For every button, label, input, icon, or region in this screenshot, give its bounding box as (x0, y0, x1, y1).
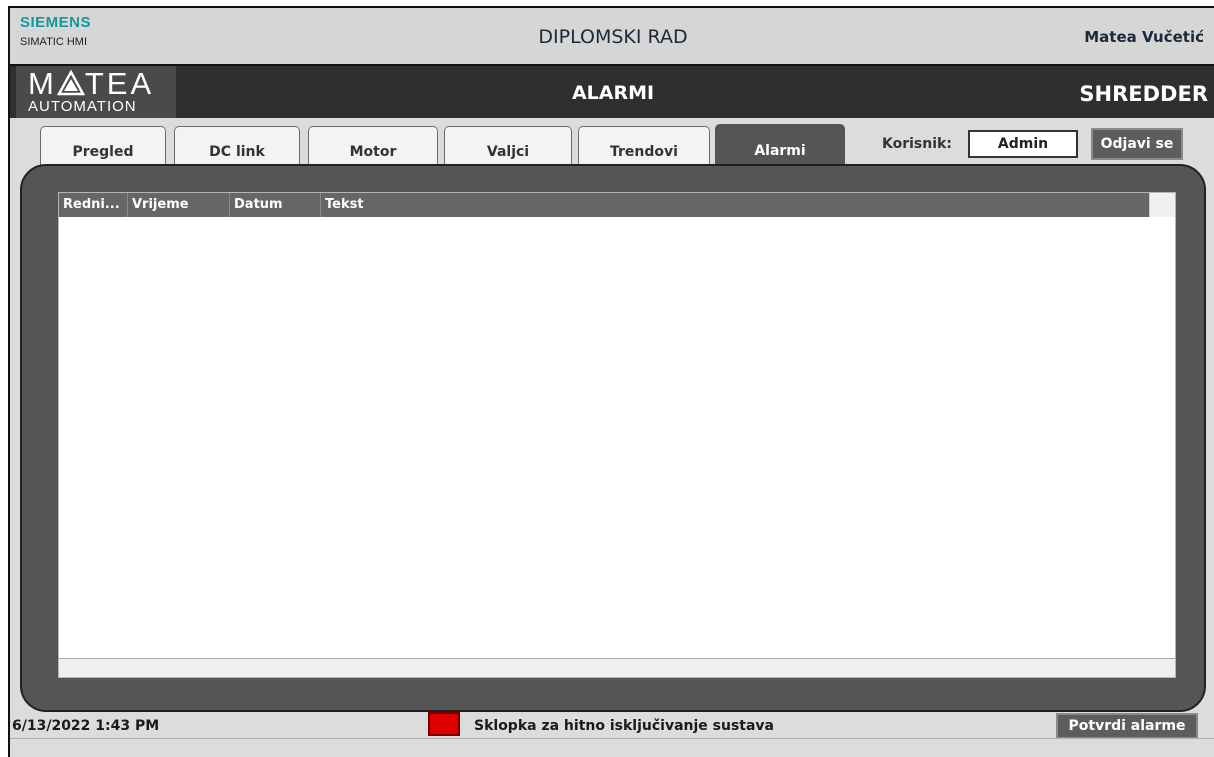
column-header-tekst[interactable]: Tekst (321, 193, 1149, 217)
column-header-datum[interactable]: Datum (230, 193, 321, 217)
hmi-screen: SIEMENS SIMATIC HMI DIPLOMSKI RAD Matea … (8, 6, 1214, 757)
alarm-table-footer (59, 659, 1175, 677)
user-field: Admin (968, 130, 1078, 158)
user-label: Korisnik: (882, 136, 952, 152)
screen-title: ALARMI (571, 82, 655, 104)
datetime-display: 6/13/2022 1:43 PM (12, 718, 160, 734)
table-header-corner (1149, 193, 1175, 217)
logout-button[interactable]: Odjavi se (1091, 128, 1183, 160)
bottom-strip (10, 738, 1214, 757)
title-band: M TEA AUTOMATION ALARMI SHREDDER (10, 64, 1214, 118)
column-header-redni[interactable]: Redni... (59, 193, 128, 217)
acknowledge-alarms-button[interactable]: Potvrdi alarme (1056, 713, 1198, 739)
project-title: DIPLOMSKI RAD (538, 26, 688, 48)
alarm-table-header: Redni... Vrijeme Datum Tekst (59, 193, 1149, 217)
author-name: Matea Vučetić (1084, 28, 1204, 46)
column-header-vrijeme[interactable]: Vrijeme (128, 193, 230, 217)
machine-name: SHREDDER (1079, 82, 1208, 106)
estop-label: Sklopka za hitno isključivanje sustava (474, 718, 775, 734)
header-bar: SIEMENS SIMATIC HMI DIPLOMSKI RAD Matea … (10, 8, 1214, 64)
estop-indicator (428, 712, 460, 736)
alarm-table-body[interactable] (59, 217, 1175, 659)
alarm-table[interactable]: Redni... Vrijeme Datum Tekst (58, 192, 1176, 678)
